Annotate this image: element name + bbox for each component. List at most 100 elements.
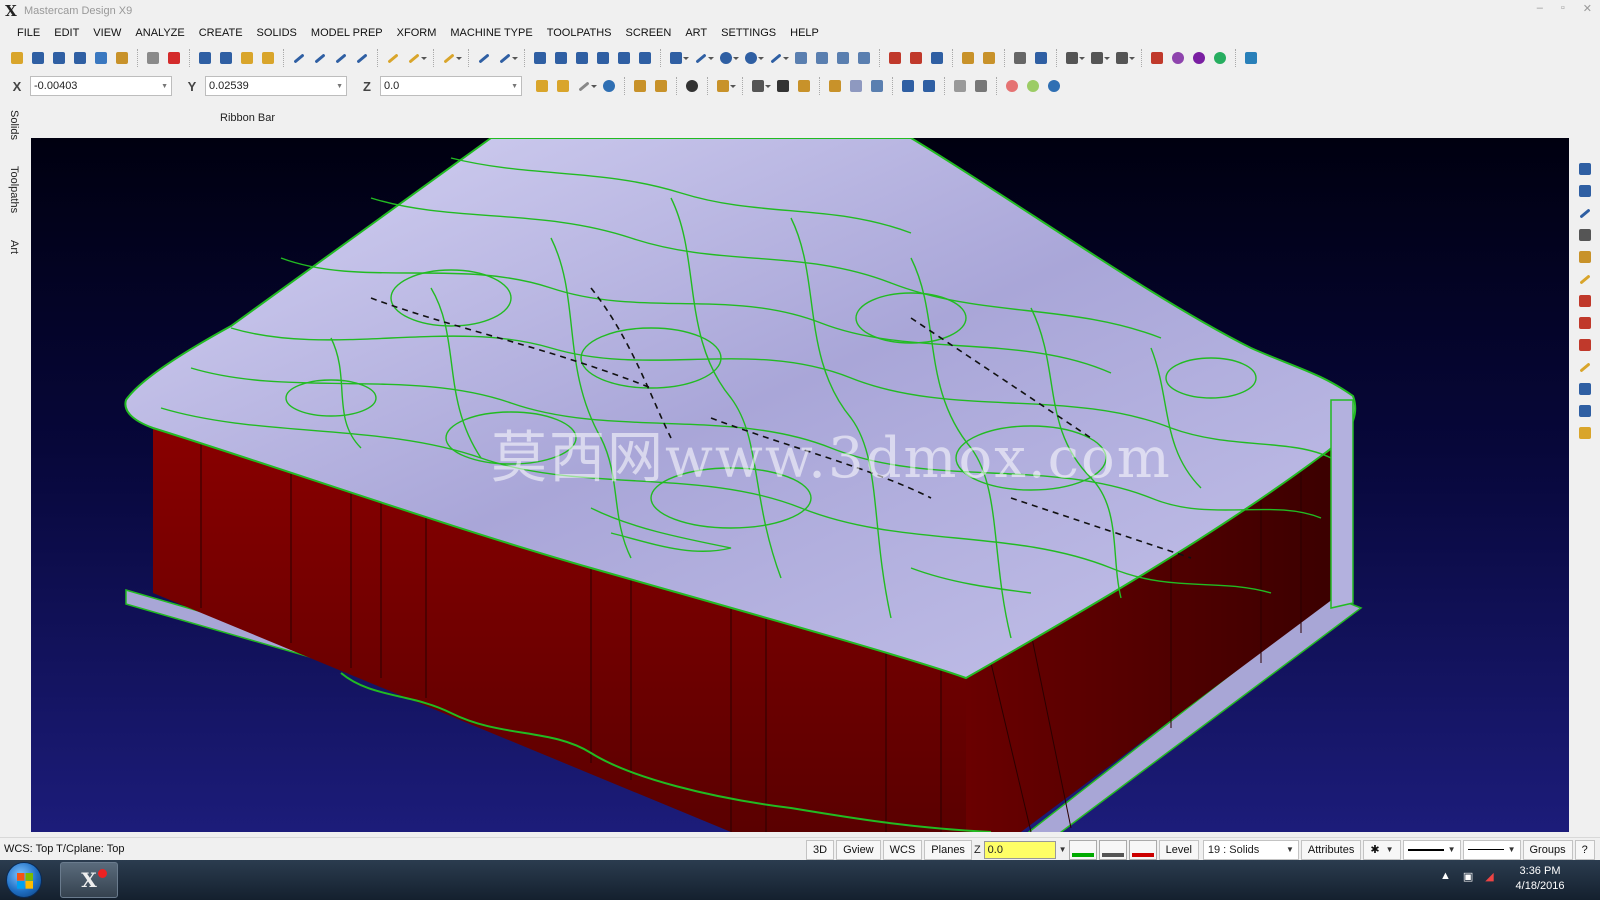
open-file-icon[interactable] [8, 49, 26, 67]
select-all-icon[interactable] [631, 77, 649, 95]
menu-machine-type[interactable]: MACHINE TYPE [443, 27, 539, 39]
menu-toolpaths[interactable]: TOOLPATHS [540, 27, 619, 39]
cross-icon[interactable] [496, 49, 518, 67]
chevron-down-icon[interactable]: ▼ [161, 83, 168, 90]
chevron-down-icon[interactable]: ▼ [1508, 845, 1516, 854]
fit-screen-icon[interactable] [1576, 380, 1594, 398]
solid-color-swatch[interactable] [1128, 839, 1157, 860]
import-icon[interactable] [113, 49, 131, 67]
chamfer-icon[interactable] [834, 49, 852, 67]
ruler-icon[interactable] [1576, 358, 1594, 376]
chevron-down-icon[interactable]: ▼ [511, 83, 518, 90]
menu-model-prep[interactable]: MODEL PREP [304, 27, 390, 39]
level-button[interactable]: Level [1158, 839, 1199, 860]
line-icon[interactable] [692, 49, 714, 67]
solid-layers-icon[interactable] [928, 49, 946, 67]
x-coord-input[interactable]: -0.00403 ▼ [30, 76, 172, 96]
tab-toolpaths[interactable]: Toolpaths [8, 166, 20, 213]
edit-pencil-icon[interactable] [1576, 270, 1594, 288]
planes-button[interactable]: Planes [924, 839, 972, 860]
arc-icon[interactable] [742, 49, 764, 67]
puzzle-icon[interactable] [1242, 49, 1260, 67]
fillet-icon[interactable] [813, 49, 831, 67]
minimize-button[interactable]: – [1537, 2, 1543, 15]
select-solid-icon[interactable] [795, 77, 813, 95]
point-icon[interactable] [667, 49, 689, 67]
level-select[interactable]: 19 : Solids ▼ [1202, 839, 1299, 860]
copy-icon[interactable] [238, 49, 256, 67]
stop-icon[interactable] [1003, 77, 1021, 95]
orbit-icon[interactable] [683, 77, 701, 95]
menu-file[interactable]: FILE [10, 27, 47, 39]
shade-icon[interactable] [899, 77, 917, 95]
window-select-icon[interactable] [749, 77, 771, 95]
analyze-entity-icon[interactable] [1576, 204, 1594, 222]
menu-create[interactable]: CREATE [192, 27, 250, 39]
tab-art[interactable]: Art [8, 240, 20, 254]
volume-icon[interactable]: ◢ [1485, 870, 1493, 883]
wcs-button[interactable]: WCS [882, 839, 923, 860]
groups-button[interactable]: Groups [1522, 839, 1573, 860]
operations-list-icon[interactable] [1576, 248, 1594, 266]
sum-icon[interactable] [217, 49, 235, 67]
chevron-down-icon[interactable]: ▼ [336, 83, 343, 90]
box-icon[interactable] [792, 49, 810, 67]
menu-help[interactable]: HELP [783, 27, 826, 39]
verify-icon[interactable] [972, 77, 990, 95]
solid-body-icon[interactable] [847, 77, 865, 95]
info-help-icon[interactable] [1045, 77, 1063, 95]
tab-solids[interactable]: Solids [8, 110, 20, 140]
settings-gear-icon[interactable] [1190, 49, 1208, 67]
pencil-dropdown-icon[interactable] [405, 49, 427, 67]
save-as-icon[interactable] [50, 49, 68, 67]
list-icon[interactable] [959, 49, 977, 67]
z-coord-input[interactable]: 0.0 ▼ [380, 76, 522, 96]
break-icon[interactable] [475, 49, 493, 67]
taskbar-mastercam-app[interactable]: X [60, 862, 118, 898]
save-some-icon[interactable] [71, 49, 89, 67]
ok-icon[interactable] [1024, 77, 1042, 95]
3d-button[interactable]: 3D [806, 839, 835, 860]
line-width-select[interactable]: ▼ [1402, 839, 1461, 860]
z-depth-input[interactable]: 0.0 [983, 840, 1056, 859]
chevron-down-icon[interactable]: ▼ [1386, 845, 1394, 854]
undo-select-icon[interactable] [920, 77, 938, 95]
menu-settings[interactable]: SETTINGS [714, 27, 783, 39]
start-button[interactable] [6, 862, 42, 898]
close-button[interactable]: ✕ [1583, 2, 1592, 15]
scale-icon[interactable] [636, 49, 654, 67]
table-icon[interactable] [1576, 336, 1594, 354]
viewsheet-icon[interactable] [1576, 226, 1594, 244]
surface-color-swatch[interactable] [1098, 839, 1127, 860]
snap-icon[interactable] [575, 77, 597, 95]
mastercam-logo-icon[interactable]: X [0, 0, 22, 22]
grid-table-icon[interactable] [1576, 314, 1594, 332]
drafting-icon[interactable] [855, 49, 873, 67]
menu-xform[interactable]: XFORM [390, 27, 444, 39]
chevron-down-icon[interactable]: ▼ [1448, 845, 1456, 854]
point-style-select[interactable]: ✱ ▼ [1363, 839, 1401, 860]
help-button[interactable]: ? [1574, 839, 1595, 860]
save-icon[interactable] [29, 49, 47, 67]
distance-icon[interactable] [311, 49, 329, 67]
paste-icon[interactable] [259, 49, 277, 67]
arch-icon[interactable] [980, 49, 998, 67]
view-cube-icon[interactable] [1032, 49, 1050, 67]
selection-mode-icon[interactable] [714, 77, 736, 95]
rotate-icon[interactable] [552, 49, 570, 67]
trim-icon[interactable] [440, 49, 462, 67]
view-rotate-icon[interactable] [1011, 49, 1029, 67]
network-icon[interactable]: ▣ [1463, 870, 1473, 883]
new-file-icon[interactable] [144, 49, 162, 67]
save-view-icon[interactable] [1576, 402, 1594, 420]
select-only-icon[interactable] [652, 77, 670, 95]
pencil-icon[interactable] [384, 49, 402, 67]
zoom-fit-icon[interactable] [196, 49, 214, 67]
regen-icon[interactable] [1148, 49, 1166, 67]
circle-icon[interactable] [717, 49, 739, 67]
fast-point-icon[interactable] [533, 77, 551, 95]
merge-icon[interactable] [92, 49, 110, 67]
help-icon[interactable] [600, 77, 618, 95]
viewport-layout-icon[interactable] [1063, 49, 1085, 67]
menu-analyze[interactable]: ANALYZE [128, 27, 191, 39]
